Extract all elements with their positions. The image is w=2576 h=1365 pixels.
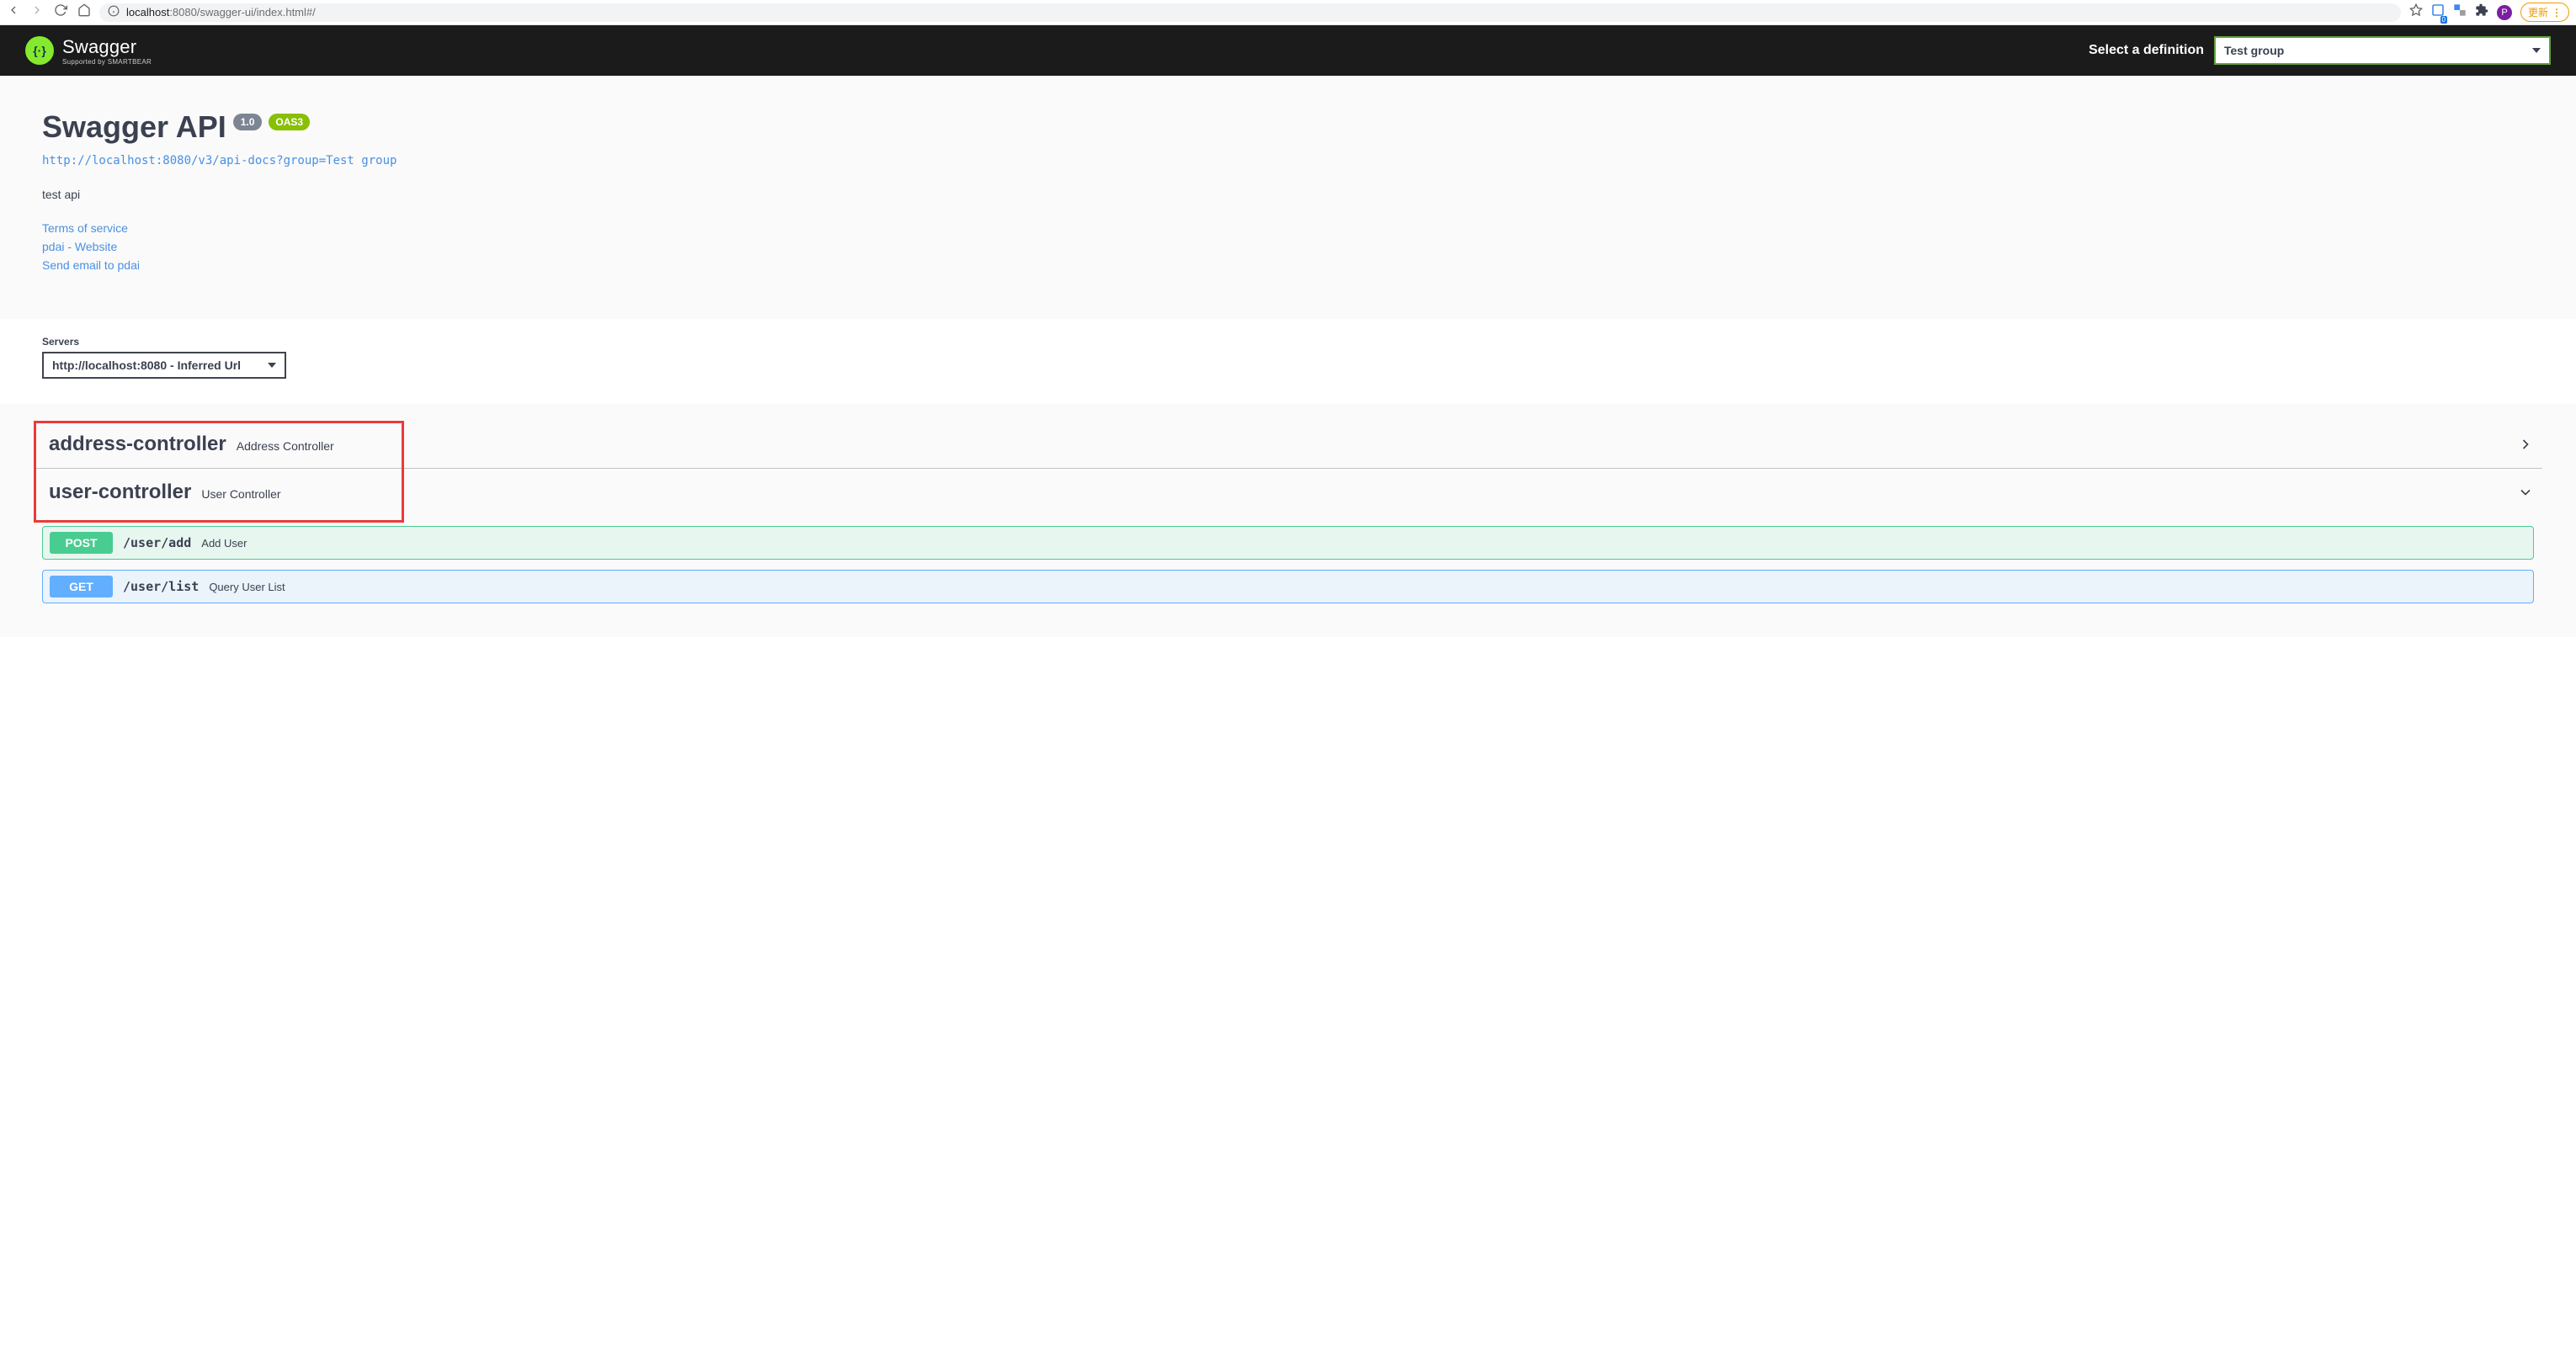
- definition-select-label: Select a definition: [2089, 43, 2204, 58]
- gtranslate-icon[interactable]: [2453, 3, 2467, 21]
- forward-icon[interactable]: [30, 3, 44, 21]
- tag-address-controller[interactable]: address-controller Address Controller: [34, 421, 2542, 469]
- swagger-topbar: {·} Swagger Supported by SMARTBEAR Selec…: [0, 25, 2576, 76]
- chevron-right-icon: [2517, 436, 2534, 453]
- extensions-icon[interactable]: [2475, 3, 2488, 21]
- chevron-down-icon: [2517, 484, 2534, 501]
- swagger-logo[interactable]: {·} Swagger Supported by SMARTBEAR: [25, 36, 152, 66]
- servers-label: Servers: [42, 336, 2534, 348]
- address-bar[interactable]: localhost:8080/swagger-ui/index.html#/: [99, 3, 2401, 22]
- version-badge: 1.0: [233, 114, 263, 130]
- update-button[interactable]: 更新⋮: [2520, 3, 2569, 22]
- operation-summary: Add User: [201, 537, 247, 550]
- back-icon[interactable]: [7, 3, 20, 21]
- api-description: test api: [42, 188, 2534, 201]
- logo-text-main: Swagger: [62, 36, 152, 58]
- method-badge: POST: [50, 532, 113, 554]
- tags-container: address-controller Address Controller us…: [0, 404, 2576, 637]
- url-host: localhost: [126, 6, 169, 19]
- operation-summary: Query User List: [209, 581, 285, 593]
- tag-desc: User Controller: [201, 487, 280, 501]
- tag-name: address-controller: [49, 433, 226, 456]
- browser-right-icons: 0 P 更新⋮: [2409, 3, 2569, 22]
- url-path: :8080/swagger-ui/index.html#/: [169, 6, 315, 19]
- servers-section: Servers http://localhost:8080 - Inferred…: [0, 319, 2576, 404]
- tag-name: user-controller: [49, 481, 191, 504]
- api-title: Swagger API: [42, 109, 226, 145]
- nav-icons: [7, 3, 91, 21]
- operation-get-user-list[interactable]: GET /user/list Query User List: [42, 570, 2534, 603]
- browser-toolbar: localhost:8080/swagger-ui/index.html#/ 0…: [0, 0, 2576, 25]
- terms-of-service-link[interactable]: Terms of service: [42, 221, 2534, 235]
- swagger-logo-icon: {·}: [25, 36, 54, 65]
- contact-website-link[interactable]: pdai - Website: [42, 240, 2534, 253]
- operation-path: /user/list: [123, 579, 199, 594]
- operation-post-user-add[interactable]: POST /user/add Add User: [42, 526, 2534, 560]
- star-icon[interactable]: [2409, 3, 2423, 21]
- tag-desc: Address Controller: [237, 439, 334, 453]
- tag-user-controller[interactable]: user-controller User Controller: [34, 469, 2542, 516]
- method-badge: GET: [50, 576, 113, 598]
- translate-icon[interactable]: 0: [2431, 3, 2445, 21]
- oas-badge: OAS3: [269, 114, 310, 130]
- reload-icon[interactable]: [54, 3, 67, 21]
- home-icon[interactable]: [77, 3, 91, 21]
- operations-list: POST /user/add Add User GET /user/list Q…: [34, 526, 2542, 603]
- info-section: Swagger API 1.0 OAS3 http://localhost:80…: [0, 76, 2576, 319]
- profile-avatar[interactable]: P: [2497, 5, 2512, 20]
- logo-text-sub: Supported by SMARTBEAR: [62, 58, 152, 66]
- operation-path: /user/add: [123, 535, 191, 550]
- definition-select[interactable]: Test group: [2214, 36, 2551, 65]
- info-icon: [108, 5, 120, 19]
- servers-select[interactable]: http://localhost:8080 - Inferred Url: [42, 352, 286, 379]
- contact-email-link[interactable]: Send email to pdai: [42, 258, 2534, 272]
- spec-url-link[interactable]: http://localhost:8080/v3/api-docs?group=…: [42, 154, 397, 167]
